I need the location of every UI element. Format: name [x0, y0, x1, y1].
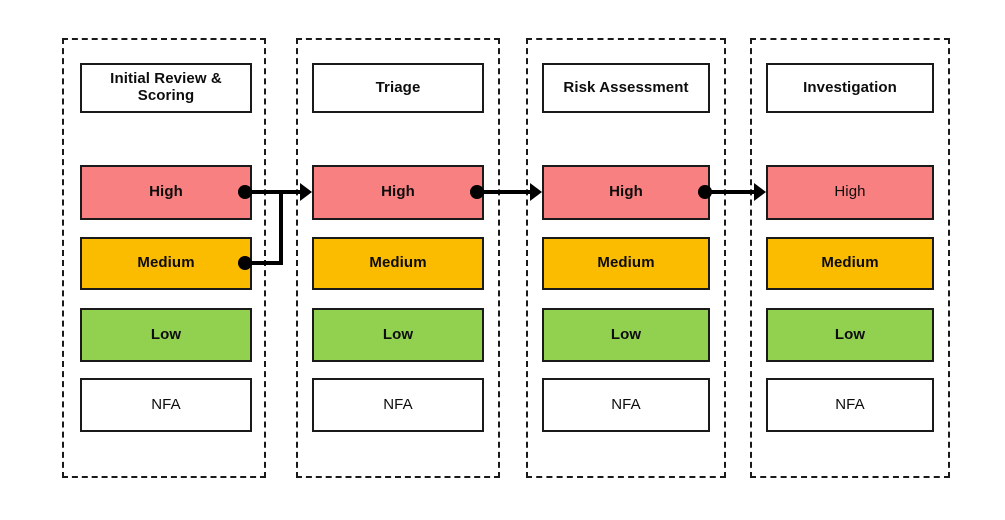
node-investigation-medium[interactable]: Medium: [766, 237, 934, 290]
node-risk-assessment-nfa[interactable]: NFA: [542, 378, 710, 432]
node-triage-low[interactable]: Low: [312, 308, 484, 362]
node-investigation-high[interactable]: High: [766, 165, 934, 220]
diagram-canvas: Initial Review & Scoring High Medium Low…: [0, 0, 1005, 520]
node-triage-high[interactable]: High: [312, 165, 484, 220]
node-initial-review-scoring-nfa[interactable]: NFA: [80, 378, 252, 432]
stage-header-risk-assessment: Risk Assessment: [542, 63, 710, 113]
node-initial-review-scoring-high[interactable]: High: [80, 165, 252, 220]
node-triage-nfa[interactable]: NFA: [312, 378, 484, 432]
stage-header-initial-review-scoring: Initial Review & Scoring: [80, 63, 252, 113]
node-risk-assessment-high[interactable]: High: [542, 165, 710, 220]
node-risk-assessment-low[interactable]: Low: [542, 308, 710, 362]
node-initial-review-scoring-low[interactable]: Low: [80, 308, 252, 362]
node-investigation-low[interactable]: Low: [766, 308, 934, 362]
node-risk-assessment-medium[interactable]: Medium: [542, 237, 710, 290]
node-investigation-nfa[interactable]: NFA: [766, 378, 934, 432]
stage-header-triage: Triage: [312, 63, 484, 113]
node-initial-review-scoring-medium[interactable]: Medium: [80, 237, 252, 290]
stage-header-investigation: Investigation: [766, 63, 934, 113]
node-triage-medium[interactable]: Medium: [312, 237, 484, 290]
